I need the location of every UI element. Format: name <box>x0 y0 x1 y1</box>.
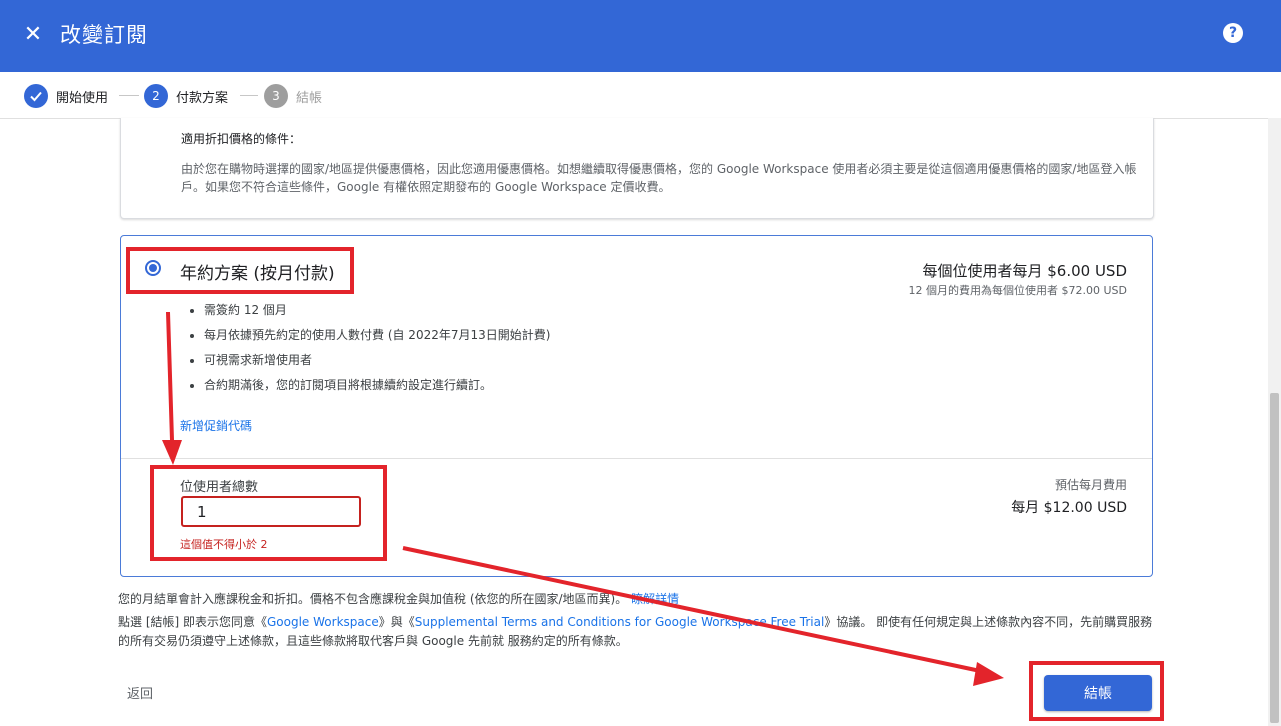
annual-plan-card[interactable]: 年約方案 (按月付款) 每個位使用者每月 $6.00 USD 12 個月的費用為… <box>120 235 1153 577</box>
checkout-button[interactable]: 結帳 <box>1044 675 1152 711</box>
list-item: 可視需求新增使用者 <box>204 348 550 373</box>
list-item: 合約期滿後，您的訂閱項目將根據續約設定進行續訂。 <box>204 373 550 398</box>
list-item: 每月依據預先約定的使用人數付費 (自 2022年7月13日開始計費) <box>204 323 550 348</box>
check-icon <box>24 84 48 108</box>
conditions-title: 適用折扣價格的條件： <box>181 132 302 146</box>
conditions-text: 由於您在購物時選擇的國家/地區提供優惠價格，因此您適用優惠價格。如想繼續取得優惠… <box>181 162 1137 194</box>
terms-mid: 》與《 <box>378 615 415 629</box>
supplemental-terms-link[interactable]: Supplemental Terms and Conditions for Go… <box>415 615 825 629</box>
step-start: 開始使用 <box>24 84 108 108</box>
price-annual: 12 個月的費用為每個位使用者 $72.00 USD <box>908 284 1127 297</box>
help-icon[interactable]: ? <box>1223 23 1243 43</box>
step-number: 3 <box>264 84 288 108</box>
scrollbar-thumb[interactable] <box>1270 393 1279 723</box>
step-label: 付款方案 <box>176 90 229 106</box>
step-connector <box>119 95 139 96</box>
terms-prefix: 點選 [結帳] 即表示您同意《 <box>118 615 267 629</box>
learn-more-link[interactable]: 瞭解詳情 <box>631 592 679 606</box>
step-payment-plan: 2 付款方案 <box>144 84 228 108</box>
plan-name: 年約方案 (按月付款) <box>180 264 335 284</box>
page-title: 改變訂閱 <box>60 23 148 47</box>
step-label: 開始使用 <box>56 90 109 106</box>
add-promo-code-link[interactable]: 新增促銷代碼 <box>180 417 252 434</box>
seats-input[interactable] <box>181 496 361 527</box>
step-connector <box>240 95 258 96</box>
terms-note: 點選 [結帳] 即表示您同意《Google Workspace》與《Supple… <box>118 613 1153 651</box>
back-button[interactable]: 返回 <box>127 683 153 702</box>
step-label: 結帳 <box>296 90 323 106</box>
estimate-value: 每月 $12.00 USD <box>1011 500 1127 516</box>
discount-conditions-card: 適用折扣價格的條件： 由於您在購物時選擇的國家/地區提供優惠價格，因此您適用優惠… <box>120 118 1154 219</box>
step-checkout: 3 結帳 <box>264 84 322 108</box>
stepper: 開始使用 2 付款方案 3 結帳 <box>0 72 1281 119</box>
close-icon[interactable]: ✕ <box>20 22 46 48</box>
tax-note: 您的月結單會計入應課稅金和折扣。價格不包含應課稅金與加值稅 (依您的所在國家/地… <box>118 590 679 609</box>
tax-text: 您的月結單會計入應課稅金和折扣。價格不包含應課稅金與加值稅 (依您的所在國家/地… <box>118 592 628 606</box>
list-item: 需簽約 12 個月 <box>204 298 550 323</box>
divider <box>121 458 1152 459</box>
plan-radio[interactable] <box>145 260 161 276</box>
step-number: 2 <box>144 84 168 108</box>
estimate-label: 預估每月費用 <box>1054 478 1127 492</box>
radio-dot <box>149 264 157 272</box>
top-app-bar: ✕ 改變訂閱 ? <box>0 0 1281 72</box>
google-workspace-terms-link[interactable]: Google Workspace <box>267 615 379 629</box>
plan-features: 需簽約 12 個月 每月依據預先約定的使用人數付費 (自 2022年7月13日開… <box>181 298 550 398</box>
price-per-user: 每個位使用者每月 $6.00 USD <box>922 262 1127 280</box>
seats-error-message: 這個值不得小於 2 <box>180 538 268 551</box>
seats-label: 位使用者總數 <box>180 480 259 495</box>
arrow-head-right <box>973 662 1004 686</box>
